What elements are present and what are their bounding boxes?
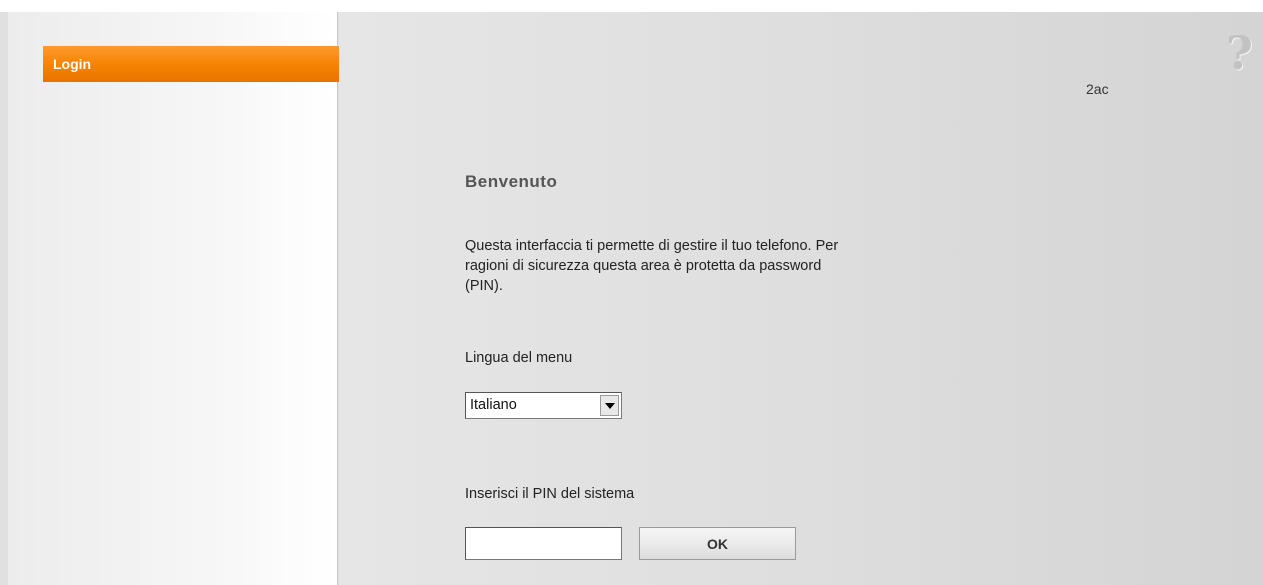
dropdown-arrow-icon[interactable] (600, 395, 619, 416)
language-select-value: Italiano (470, 397, 517, 413)
sidebar-item-login[interactable]: Login (43, 46, 349, 82)
language-select[interactable]: Italiano (465, 392, 622, 419)
language-label: Lingua del menu (465, 350, 573, 366)
sidebar: Login (8, 12, 349, 585)
help-icon[interactable]: ? (1226, 30, 1253, 76)
intro-text: Questa interfaccia ti permette di gestir… (465, 238, 839, 294)
pin-label: Inserisci il PIN del sistema (465, 486, 635, 502)
page-title: Benvenuto (465, 172, 558, 191)
device-name: 2ac (1086, 81, 1109, 97)
page-frame: Login ? 2ac Benvenuto Questa interfaccia… (0, 12, 1263, 585)
pin-input[interactable] (465, 527, 622, 560)
ok-button[interactable]: OK (639, 527, 796, 560)
main-content: ? 2ac Benvenuto Questa interfaccia ti pe… (339, 12, 1263, 585)
chevron-down-icon (604, 402, 615, 409)
